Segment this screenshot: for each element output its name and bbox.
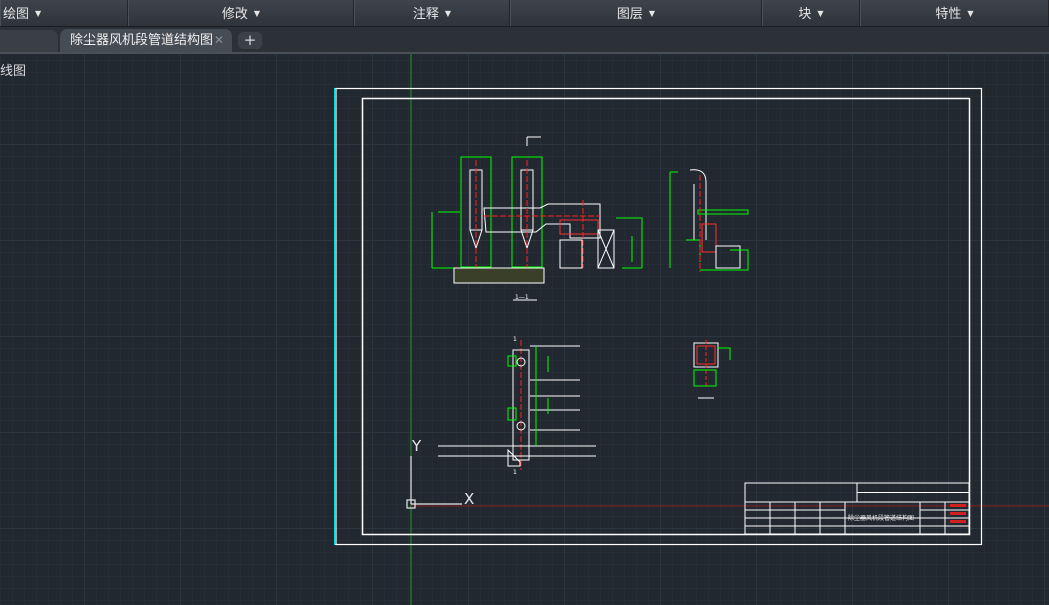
draw-panel-label: 绘图	[3, 7, 30, 22]
chevron-down-icon: ▼	[35, 9, 42, 18]
paper-edge	[334, 88, 982, 545]
previous-file-tab[interactable]	[0, 30, 58, 52]
block-panel-button[interactable]: 块 ▼	[762, 0, 860, 26]
chevron-down-icon: ▼	[817, 9, 824, 18]
ucs-x-label: X	[464, 490, 474, 508]
ribbon-panel-bar: 绘图 ▼ 修改 ▼ 注释 ▼ 图层 ▼ 块 ▼ 特性 ▼	[0, 0, 1049, 27]
inner-frame	[361, 97, 971, 536]
close-icon[interactable]: ✕	[214, 29, 224, 52]
file-tab-label: 除尘器风机段管道结构图	[70, 33, 214, 48]
draw-panel-button[interactable]: 绘图 ▼	[0, 0, 128, 26]
chevron-down-icon: ▼	[648, 9, 656, 18]
drawing-viewport[interactable]: 线图 1—1 1 1 除尘器风机段管道结构图 Y X	[0, 54, 1049, 605]
front-elevation-view: 1—1	[431, 136, 643, 301]
title-block-drawing-title: 除尘器风机段管道结构图	[848, 514, 914, 522]
modify-panel-button[interactable]: 修改 ▼	[128, 0, 354, 26]
title-block: 除尘器风机段管道结构图	[744, 482, 970, 535]
block-panel-label: 块	[798, 7, 812, 22]
new-tab-button[interactable]: +	[238, 32, 262, 49]
layers-panel-button[interactable]: 图层 ▼	[510, 0, 762, 26]
svg-text:1: 1	[513, 469, 517, 476]
ucs-icon: Y X	[406, 437, 474, 509]
outer-frame	[335, 87, 983, 546]
chevron-down-icon: ▼	[253, 9, 261, 18]
detail-view	[693, 340, 731, 399]
section-mark-label: 1—1	[515, 294, 529, 301]
chevron-down-icon: ▼	[967, 9, 974, 18]
drawing-canvas[interactable]: 1—1 1 1 除尘器风机段管道结构图 Y X	[0, 54, 1049, 605]
file-tab-bar: 除尘器风机段管道结构图 ✕ +	[0, 27, 1049, 54]
annotation-panel-label: 注释	[412, 7, 439, 22]
file-tab-active[interactable]: 除尘器风机段管道结构图 ✕	[60, 29, 232, 52]
modify-panel-label: 修改	[221, 7, 248, 22]
layers-panel-label: 图层	[616, 7, 643, 22]
svg-text:1: 1	[513, 336, 517, 343]
side-elevation-view	[669, 169, 749, 272]
properties-panel-label: 特性	[935, 7, 962, 22]
annotation-panel-button[interactable]: 注释 ▼	[354, 0, 510, 26]
properties-panel-button[interactable]: 特性 ▼	[860, 0, 1049, 26]
chevron-down-icon: ▼	[444, 9, 452, 18]
ucs-y-label: Y	[411, 437, 422, 455]
plan-view: 1 1	[438, 336, 596, 476]
